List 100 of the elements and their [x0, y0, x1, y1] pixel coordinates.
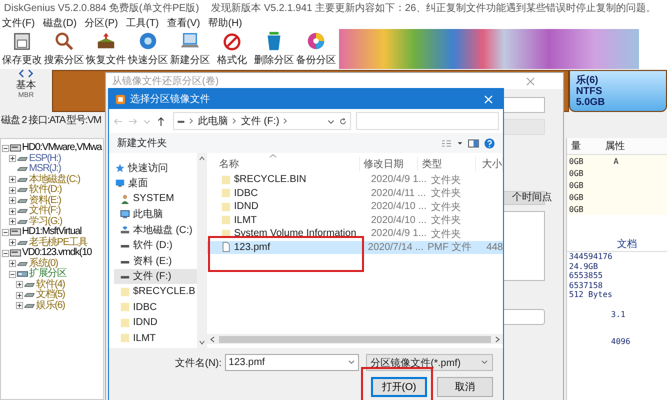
- nav-item[interactable]: 本地磁盘 (C:): [114, 222, 197, 238]
- menu-item[interactable]: 磁盘(D): [42, 16, 77, 30]
- tree-item[interactable]: HD1:MsftVirtual: [22, 227, 82, 238]
- tree-item[interactable]: 本地磁盘(C:): [29, 174, 80, 185]
- tree-item[interactable]: 学习(G:): [29, 216, 62, 227]
- toolbar-button[interactable]: 恢复文件: [85, 29, 127, 69]
- address-bar[interactable]: 此电脑 文件 (F:): [173, 112, 351, 130]
- tree-item[interactable]: 资料(E:): [29, 196, 61, 206]
- nav-item[interactable]: 文件 (F:): [114, 268, 197, 284]
- expand-icon[interactable]: [9, 239, 16, 246]
- tree-item[interactable]: 娱乐(6): [36, 300, 65, 311]
- expand-icon[interactable]: [9, 197, 16, 204]
- menu-item[interactable]: 文件(F): [2, 16, 35, 30]
- collapse-icon[interactable]: [2, 144, 9, 152]
- menu-item[interactable]: 查看(V): [166, 16, 200, 30]
- collapse-icon[interactable]: [2, 228, 9, 236]
- scroll-right-icon[interactable]: [495, 336, 500, 342]
- expand-icon[interactable]: [9, 208, 16, 215]
- tree-item[interactable]: ESP(H:): [29, 154, 61, 164]
- column-header[interactable]: 大小: [476, 157, 503, 171]
- tree-item[interactable]: 软件(D:): [29, 185, 62, 196]
- collapse-icon[interactable]: [2, 250, 9, 257]
- tree-item[interactable]: VD0:123.vmdk(10: [22, 248, 92, 258]
- breadcrumb[interactable]: 文件 (F:): [241, 114, 280, 128]
- toolbar-button[interactable]: 搜索分区: [43, 29, 85, 69]
- nav-item[interactable]: 快速访问: [109, 160, 197, 176]
- scrollbar-thumb[interactable]: [219, 336, 491, 342]
- search-field[interactable]: [356, 112, 499, 130]
- tree-item[interactable]: 文档(5): [36, 290, 65, 300]
- file-type-dropdown[interactable]: 分区镜像文件(*.pmf): [366, 354, 493, 371]
- new-folder-button[interactable]: 新建文件夹: [117, 136, 167, 150]
- arrow-left-icon[interactable]: [18, 69, 25, 78]
- arrow-right-icon[interactable]: [27, 69, 34, 78]
- tree-item[interactable]: HD0:VMware,VMwa: [22, 143, 102, 154]
- nav-item[interactable]: SYSTEM: [114, 191, 197, 206]
- tree-item[interactable]: 系统(0): [29, 258, 58, 269]
- folder-icon: [120, 286, 130, 297]
- scroll-down-icon[interactable]: [198, 340, 204, 345]
- partition-block[interactable]: 乐(6) NTFS 5.0GB: [569, 70, 667, 112]
- menu-item[interactable]: 帮助(H): [208, 16, 242, 30]
- expand-icon[interactable]: [16, 302, 23, 310]
- expand-icon[interactable]: [9, 155, 16, 162]
- toolbar-button[interactable]: 备份分区: [295, 29, 337, 69]
- toolbar-button[interactable]: 保存更改: [1, 29, 43, 69]
- column-header[interactable]: 类型: [418, 157, 476, 171]
- file-row[interactable]: 123.pmf 2020/7/14 ... PMF 文件 448: [207, 240, 503, 254]
- tree-item[interactable]: 老毛桃PE工具: [29, 238, 88, 248]
- drive-icon: [17, 207, 28, 216]
- nav-item[interactable]: ILMT: [114, 330, 197, 346]
- nav-item[interactable]: 此电脑: [114, 206, 197, 222]
- preview-pane-icon[interactable]: [468, 138, 479, 148]
- scroll-up-icon[interactable]: [198, 156, 204, 161]
- column-header[interactable]: 修改日期: [360, 157, 418, 171]
- collapse-icon[interactable]: [9, 270, 16, 278]
- toolbar-button[interactable]: 格式化: [211, 29, 253, 69]
- scroll-left-icon[interactable]: [210, 336, 215, 342]
- toolbar-button[interactable]: 删除分区: [253, 29, 295, 69]
- tree-item[interactable]: 软件(4): [36, 280, 65, 290]
- file-row[interactable]: System Volume Information 2020/4/9 1... 文件夹: [207, 227, 503, 240]
- chevron-icon: [189, 117, 194, 125]
- table-cell-text: 0GB: [568, 180, 584, 190]
- nav-item[interactable]: IDBC: [114, 300, 197, 315]
- expand-icon[interactable]: [16, 281, 23, 288]
- expand-icon[interactable]: [16, 292, 23, 299]
- folder-icon: [221, 202, 231, 212]
- dialog-button[interactable]: 取消: [437, 377, 493, 397]
- nav-item[interactable]: IDND: [114, 315, 197, 330]
- tree-item[interactable]: MSR(J:): [29, 164, 61, 174]
- breadcrumb[interactable]: 此电脑: [198, 114, 228, 128]
- close-icon[interactable]: [526, 76, 535, 86]
- filename-label: 文件名(N):: [175, 356, 222, 370]
- dialog-title: 选择分区镜像文件: [130, 92, 210, 106]
- expand-icon[interactable]: [9, 218, 16, 226]
- nav-item[interactable]: 软件 (D:): [114, 238, 197, 253]
- nav-item[interactable]: 桌面: [109, 176, 197, 191]
- column-header[interactable]: 名称: [207, 157, 360, 171]
- dialog-button[interactable]: 打开(O): [371, 377, 427, 397]
- drive-icon: [17, 218, 28, 226]
- tree-item[interactable]: 扩展分区: [29, 269, 66, 280]
- column-header: 属性: [604, 140, 626, 153]
- expand-icon[interactable]: [9, 186, 16, 194]
- expand-icon[interactable]: [9, 176, 16, 184]
- help-icon[interactable]: [484, 138, 495, 148]
- refresh-icon[interactable]: [339, 116, 347, 126]
- toolbar-button[interactable]: 新建分区: [169, 29, 211, 69]
- tree-item[interactable]: 文件(F:): [29, 206, 60, 216]
- menu-item[interactable]: 工具(T): [126, 16, 159, 30]
- disk-type: 基本: [16, 78, 36, 92]
- up-arrow-icon[interactable]: [156, 116, 166, 126]
- expand-icon[interactable]: [9, 260, 16, 268]
- file-row[interactable]: $RECYCLE.BIN 2020/4/9 1... 文件夹: [207, 173, 503, 186]
- menu-item[interactable]: 分区(P): [84, 16, 118, 30]
- toolbar-button[interactable]: 快速分区: [127, 29, 169, 69]
- info-value: 4096: [611, 337, 632, 346]
- info-value: 3.1: [611, 310, 626, 319]
- file-row[interactable]: ILMT 2020/4/10 ... 文件夹: [207, 214, 503, 227]
- filename-field[interactable]: 123.pmf: [224, 354, 359, 371]
- nav-item[interactable]: $RECYCLE.B: [114, 284, 197, 300]
- nav-item[interactable]: 资料 (E:): [114, 253, 197, 268]
- view-options-icon[interactable]: [441, 138, 452, 148]
